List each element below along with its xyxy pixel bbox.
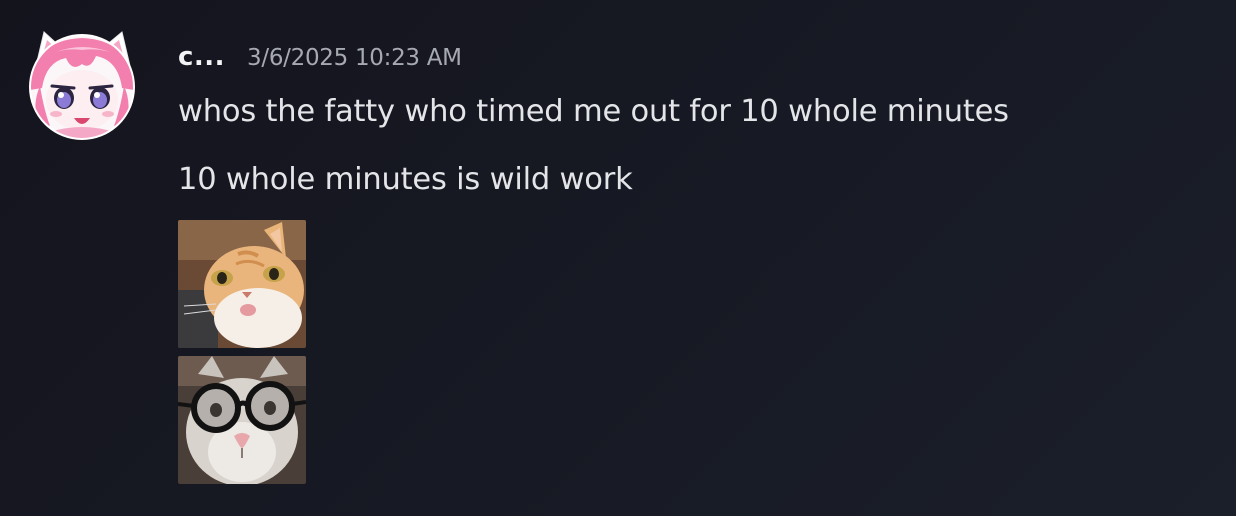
sticker-image-attachment[interactable] bbox=[178, 356, 306, 484]
glasses-cat-sticker-icon bbox=[178, 356, 306, 484]
user-avatar[interactable] bbox=[26, 30, 138, 140]
author-username[interactable]: c... bbox=[178, 42, 225, 72]
message-text-line: whos the fatty who timed me out for 10 w… bbox=[178, 94, 1009, 129]
anime-catgirl-avatar-icon bbox=[29, 31, 135, 140]
orange-cat-sticker-icon bbox=[178, 220, 306, 348]
message-timestamp[interactable]: 3/6/2025 10:23 AM bbox=[247, 45, 462, 71]
sticker-image-attachment[interactable] bbox=[178, 220, 306, 348]
message-text-line: 10 whole minutes is wild work bbox=[178, 162, 633, 197]
chat-message: c... 3/6/2025 10:23 AM whos the fatty wh… bbox=[0, 0, 1236, 516]
message-header: c... 3/6/2025 10:23 AM bbox=[178, 42, 462, 76]
